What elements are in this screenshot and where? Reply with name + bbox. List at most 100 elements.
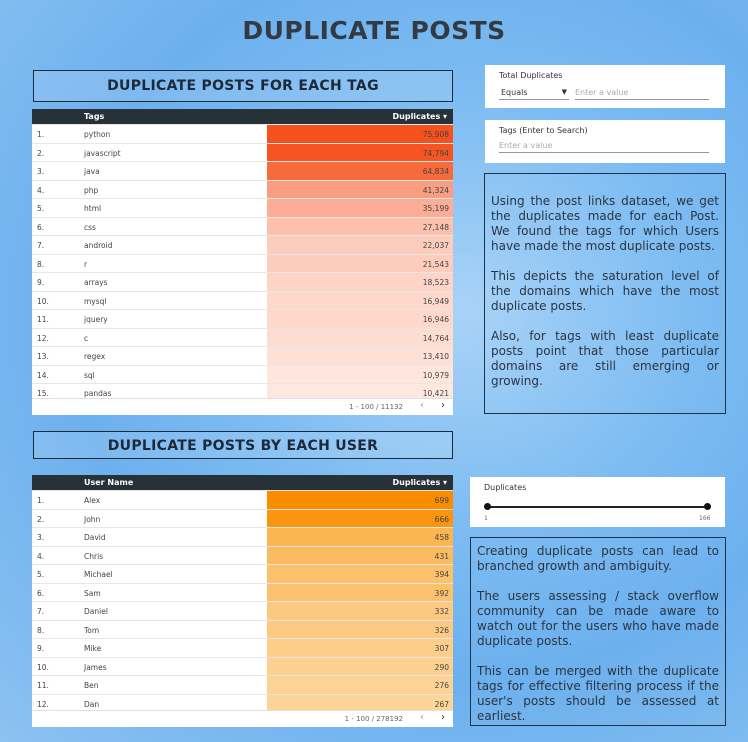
row-duplicates-value: 10,979 [422, 370, 449, 380]
row-index: 4. [37, 185, 45, 195]
table-row[interactable]: 8. Tom 326 [32, 619, 453, 638]
tags-description-paragraph: Using the post links dataset, we get the… [491, 194, 719, 253]
users-description-paragraph: The users assessing / stack overflow com… [477, 589, 719, 648]
slider-max-handle[interactable] [704, 503, 711, 510]
row-index: 12. [37, 699, 49, 709]
column-header-tags[interactable]: Tags [84, 112, 104, 121]
table-row[interactable]: 11. jquery 16,946 [32, 309, 453, 328]
table-row[interactable]: 1. Alex 699 [32, 490, 453, 509]
table-row[interactable]: 10. mysql 16,949 [32, 290, 453, 309]
row-name: javascript [84, 148, 121, 158]
table-row[interactable]: 11. Ben 276 [32, 675, 453, 694]
table-row[interactable]: 4. Chris 431 [32, 545, 453, 564]
chevron-left-icon[interactable]: ‹ [420, 400, 424, 411]
users-table: User Name Duplicates ▾ 1. Alex 699 2. John 66… [32, 475, 453, 727]
column-header-duplicates[interactable]: Duplicates ▾ [393, 112, 448, 121]
operator-select[interactable]: Equals ▼ [499, 87, 569, 100]
table-row[interactable]: 10. James 290 [32, 656, 453, 675]
slider-min-value: 1 [484, 515, 488, 522]
tags-description: Using the post links dataset, we get the… [484, 173, 726, 414]
slider-min-handle[interactable] [484, 503, 491, 510]
slider-track[interactable] [487, 506, 708, 508]
row-duplicates-value: 21,543 [422, 259, 449, 269]
row-duplicates-value: 27,148 [422, 222, 449, 232]
table-row[interactable]: 9. Mike 307 [32, 638, 453, 657]
users-table-pager: 1 - 100 / 278192 ‹ › [32, 710, 453, 727]
table-row[interactable]: 7. Daniel 332 [32, 601, 453, 620]
row-index: 8. [37, 259, 45, 269]
tags-table: Tags Duplicates ▾ 1. python 75,908 2. javasc… [32, 109, 453, 415]
row-index: 3. [37, 533, 45, 542]
slider-label: Duplicates [484, 483, 527, 492]
value-cell-fill [267, 639, 453, 657]
row-index: 11. [37, 315, 49, 324]
row-duplicates-value: 75,908 [422, 130, 449, 139]
table-row[interactable]: 5. Michael 394 [32, 564, 453, 583]
value-cell-fill [267, 620, 453, 638]
total-duplicates-input[interactable]: Enter a value [575, 87, 709, 100]
chevron-left-icon[interactable]: ‹ [420, 712, 424, 723]
row-name: Tom [84, 625, 100, 635]
chevron-right-icon[interactable]: › [441, 712, 445, 723]
users-table-header: User Name Duplicates ▾ [32, 475, 453, 490]
row-duplicates-value: 64,834 [422, 167, 449, 176]
column-header-duplicates[interactable]: Duplicates ▾ [393, 478, 448, 487]
row-duplicates-value: 14,764 [422, 333, 449, 343]
row-name: Chris [84, 551, 104, 561]
row-index: 11. [37, 681, 49, 690]
row-duplicates-value: 13,410 [422, 352, 449, 361]
table-row[interactable]: 3. David 458 [32, 527, 453, 546]
row-duplicates-value: 74,794 [422, 148, 449, 158]
row-index: 8. [37, 625, 45, 635]
tags-table-body: 1. python 75,908 2. javascript 74,794 3. java 64… [32, 124, 453, 402]
row-name: arrays [84, 278, 108, 287]
row-duplicates-value: 290 [434, 662, 449, 672]
tags-section-title: DUPLICATE POSTS FOR EACH TAG [33, 70, 453, 102]
value-cell-fill [267, 509, 453, 527]
row-index: 6. [37, 222, 45, 232]
row-index: 5. [37, 204, 45, 213]
table-row[interactable]: 3. java 64,834 [32, 161, 453, 180]
users-table-body: 1. Alex 699 2. John 666 3. David 458 4. Chris 431 5.… [32, 490, 453, 712]
table-row[interactable]: 2. javascript 74,794 [32, 142, 453, 161]
row-index: 4. [37, 551, 45, 561]
table-row[interactable]: 13. regex 13,410 [32, 346, 453, 365]
pager-range: 1 - 100 / 278192 [344, 715, 403, 723]
row-duplicates-value: 22,037 [422, 241, 449, 250]
row-duplicates-value: 458 [434, 533, 449, 542]
value-cell-fill [267, 491, 453, 509]
table-row[interactable]: 6. css 27,148 [32, 216, 453, 235]
row-name: jquery [84, 315, 108, 324]
row-name: android [84, 241, 113, 250]
table-row[interactable]: 4. php 41,324 [32, 179, 453, 198]
row-duplicates-value: 10,421 [422, 389, 449, 398]
table-row[interactable]: 8. r 21,543 [32, 253, 453, 272]
value-cell-fill [267, 528, 453, 546]
row-duplicates-value: 431 [434, 551, 449, 561]
users-section-title: DUPLICATE POSTS BY EACH USER [33, 431, 453, 459]
row-name: java [84, 167, 100, 176]
row-index: 10. [37, 296, 49, 306]
row-name: Ben [84, 681, 99, 690]
table-row[interactable]: 1. python 75,908 [32, 124, 453, 143]
table-row[interactable]: 2. John 666 [32, 508, 453, 527]
table-row[interactable]: 14. sql 10,979 [32, 364, 453, 383]
row-name: mysql [84, 296, 107, 306]
column-header-user-name[interactable]: User Name [84, 478, 133, 487]
table-row[interactable]: 7. android 22,037 [32, 235, 453, 254]
row-name: c [84, 333, 89, 343]
tags-search-input[interactable]: Enter a value [499, 140, 709, 153]
table-row[interactable]: 6. Sam 392 [32, 582, 453, 601]
table-row[interactable]: 9. arrays 18,523 [32, 272, 453, 291]
table-row[interactable]: 5. html 35,199 [32, 198, 453, 217]
row-index: 14. [37, 370, 49, 380]
row-name: Michael [84, 570, 113, 579]
row-index: 9. [37, 278, 45, 287]
slider-max-value: 166 [699, 515, 711, 522]
chevron-right-icon[interactable]: › [441, 400, 445, 411]
row-name: regex [84, 352, 106, 361]
table-row[interactable]: 12. c 14,764 [32, 327, 453, 346]
row-index: 2. [37, 514, 45, 524]
row-duplicates-value: 699 [434, 496, 449, 505]
operator-value: Equals [501, 88, 528, 97]
